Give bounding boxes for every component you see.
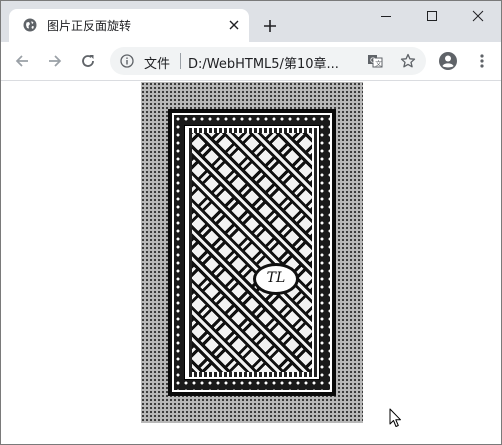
card-frame-white: TL xyxy=(172,113,332,392)
scheme-label: 文件 xyxy=(144,57,171,72)
mouse-pointer-icon xyxy=(389,408,401,427)
omnibox-separator xyxy=(180,53,181,69)
account-icon[interactable] xyxy=(438,51,458,71)
close-icon[interactable] xyxy=(227,18,241,32)
card-frame-stripes: TL xyxy=(187,128,317,377)
browser-window: 图片正反面旋转 文件 D:/WebHTML5/第10章... G 文 TL xyxy=(0,0,502,445)
more-vert-icon[interactable] xyxy=(473,52,491,70)
maximize-icon xyxy=(427,11,437,21)
svg-text:文: 文 xyxy=(375,59,382,68)
tab-strip: 图片正反面旋转 xyxy=(1,1,501,42)
reload-icon[interactable] xyxy=(78,51,98,71)
card-emblem-logo: TL xyxy=(253,263,299,295)
card-lattice-pattern: TL xyxy=(192,133,312,372)
card-frame-inner: TL xyxy=(184,125,320,380)
info-icon[interactable] xyxy=(120,54,134,68)
url-text[interactable]: D:/WebHTML5/第10章... xyxy=(188,53,339,72)
address-bar[interactable]: 文件 D:/WebHTML5/第10章... G 文 xyxy=(110,47,426,75)
maximize-button[interactable] xyxy=(409,1,455,31)
card-back-image[interactable]: TL xyxy=(141,82,363,423)
plus-icon[interactable] xyxy=(262,18,278,34)
toolbar: 文件 D:/WebHTML5/第10章... G 文 xyxy=(1,42,501,81)
page-content: TL xyxy=(1,81,501,444)
card-emblem-text: TL xyxy=(266,270,286,286)
card-frame-outer: TL xyxy=(168,109,336,396)
card-frame-dots: TL xyxy=(174,115,330,390)
minimize-button[interactable] xyxy=(363,1,409,31)
star-icon[interactable] xyxy=(400,53,416,69)
forward-arrow-icon[interactable] xyxy=(45,51,65,71)
tab-active[interactable]: 图片正反面旋转 xyxy=(9,9,249,42)
back-arrow-icon[interactable] xyxy=(12,51,32,71)
tab-title: 图片正反面旋转 xyxy=(47,19,132,33)
globe-icon xyxy=(23,18,37,32)
window-close-button[interactable] xyxy=(455,1,501,31)
close-icon xyxy=(472,10,484,22)
minimize-icon xyxy=(381,16,391,17)
translate-icon[interactable]: G 文 xyxy=(367,53,383,69)
